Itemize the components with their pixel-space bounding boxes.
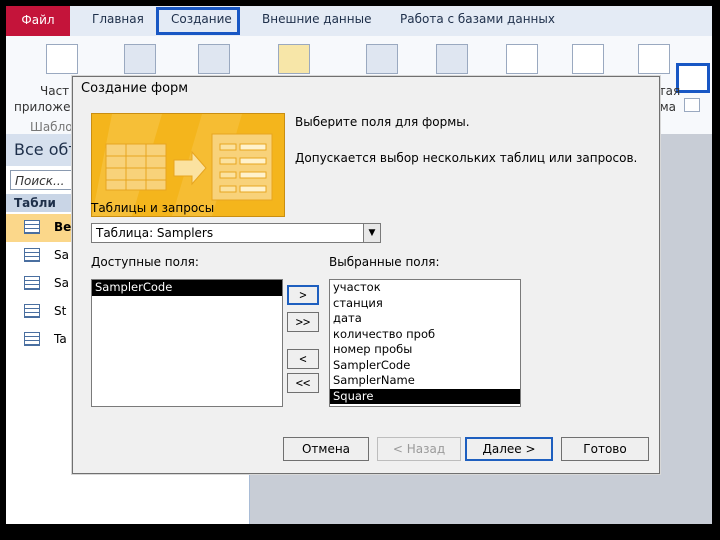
back-button[interactable]: < Назад (377, 437, 461, 461)
add-all-fields-button[interactable]: >> (287, 312, 319, 332)
table-icon (24, 220, 40, 234)
available-fields-list[interactable]: SamplerCode (91, 279, 283, 407)
selected-field-item[interactable]: количество проб (330, 327, 520, 343)
table-icon (24, 248, 40, 262)
selected-field-item[interactable]: Square (330, 388, 520, 404)
next-button[interactable]: Далее > (465, 437, 553, 461)
selected-field-item[interactable]: дата (330, 311, 520, 327)
selected-field-item[interactable]: участок (330, 280, 520, 296)
dialog-title: Создание форм (81, 81, 189, 96)
nav-item-label: Sa (54, 248, 69, 262)
nav-item-label: St (54, 304, 67, 318)
form-design-icon[interactable] (572, 44, 604, 74)
query-design-icon[interactable] (436, 44, 468, 74)
selected-field-item[interactable]: SamplerName (330, 373, 520, 389)
tab-database-tools[interactable]: Работа с базами данных (400, 12, 555, 26)
nav-item-label: Ве (54, 220, 72, 234)
ribbon-group-templates: Шабло (30, 120, 73, 134)
application-parts-icon[interactable] (46, 44, 78, 74)
nav-item-label: Sa (54, 276, 69, 290)
selected-fields-list[interactable]: участок станция дата количество проб ном… (329, 279, 521, 407)
ribbon-label-parts: Част (40, 84, 70, 98)
access-window: Файл Главная Создание Внешние данные Раб… (6, 6, 712, 524)
blank-form-icon[interactable] (638, 44, 670, 74)
table-icon (24, 332, 40, 346)
tables-queries-value: Таблица: Samplers (96, 226, 214, 240)
selected-field-item[interactable]: SamplerCode (330, 358, 520, 374)
tab-create-highlight (156, 7, 240, 35)
table-icon (24, 304, 40, 318)
query-wizard-icon[interactable] (366, 44, 398, 74)
selected-field-item[interactable]: станция (330, 296, 520, 312)
table-icon (24, 276, 40, 290)
table-icon[interactable] (124, 44, 156, 74)
nav-item-label: Ta (54, 332, 67, 346)
form-wizard-icon[interactable] (676, 63, 710, 93)
remove-all-fields-button[interactable]: << (287, 373, 319, 393)
form-wizard-dialog: Создание форм Выберите поля для формы. Д… (72, 76, 660, 474)
tables-queries-select[interactable]: Таблица: Samplers ▼ (91, 223, 381, 243)
finish-button[interactable]: Готово (561, 437, 649, 461)
instruction-select-fields: Выберите поля для формы. (295, 115, 470, 129)
ribbon-label-app: приложе (14, 100, 71, 114)
available-field-item[interactable]: SamplerCode (92, 280, 282, 296)
tab-home[interactable]: Главная (92, 12, 144, 26)
tab-external-data[interactable]: Внешние данные (262, 12, 371, 26)
instruction-multiple-tables: Допускается выбор нескольких таблиц или … (295, 151, 638, 165)
chevron-down-icon[interactable]: ▼ (363, 224, 380, 242)
table-design-icon[interactable] (198, 44, 230, 74)
tab-file[interactable]: Файл (6, 6, 70, 36)
navigation-icon[interactable] (684, 98, 700, 112)
sharepoint-lists-icon[interactable] (278, 44, 310, 74)
tables-queries-label: Таблицы и запросы (91, 201, 215, 215)
cancel-button[interactable]: Отмена (283, 437, 369, 461)
remove-field-button[interactable]: < (287, 349, 319, 369)
form-icon[interactable] (506, 44, 538, 74)
add-field-button[interactable]: > (287, 285, 319, 305)
selected-fields-label: Выбранные поля: (329, 255, 440, 269)
selected-field-item[interactable]: номер пробы (330, 342, 520, 358)
ribbon-tab-bar: Файл Главная Создание Внешние данные Раб… (6, 6, 712, 37)
available-fields-label: Доступные поля: (91, 255, 199, 269)
